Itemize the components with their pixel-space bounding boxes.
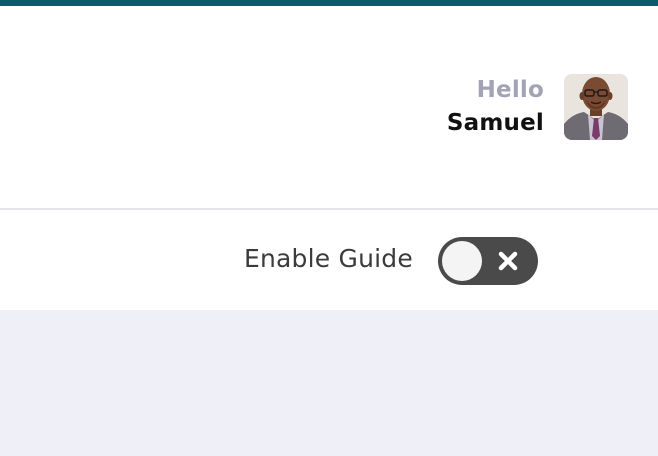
close-icon <box>498 251 518 271</box>
header: Hello Samuel <box>0 6 658 208</box>
greeting-text: Hello <box>476 77 544 103</box>
user-greeting: Hello Samuel <box>447 76 544 142</box>
guide-settings-row: Enable Guide <box>0 210 658 310</box>
avatar-photo <box>564 74 628 140</box>
toggle-knob <box>442 241 482 281</box>
content-area <box>0 310 658 456</box>
enable-guide-label: Enable Guide <box>244 244 413 273</box>
user-name: Samuel <box>446 110 544 136</box>
enable-guide-toggle[interactable] <box>438 237 538 285</box>
avatar[interactable] <box>564 74 628 140</box>
